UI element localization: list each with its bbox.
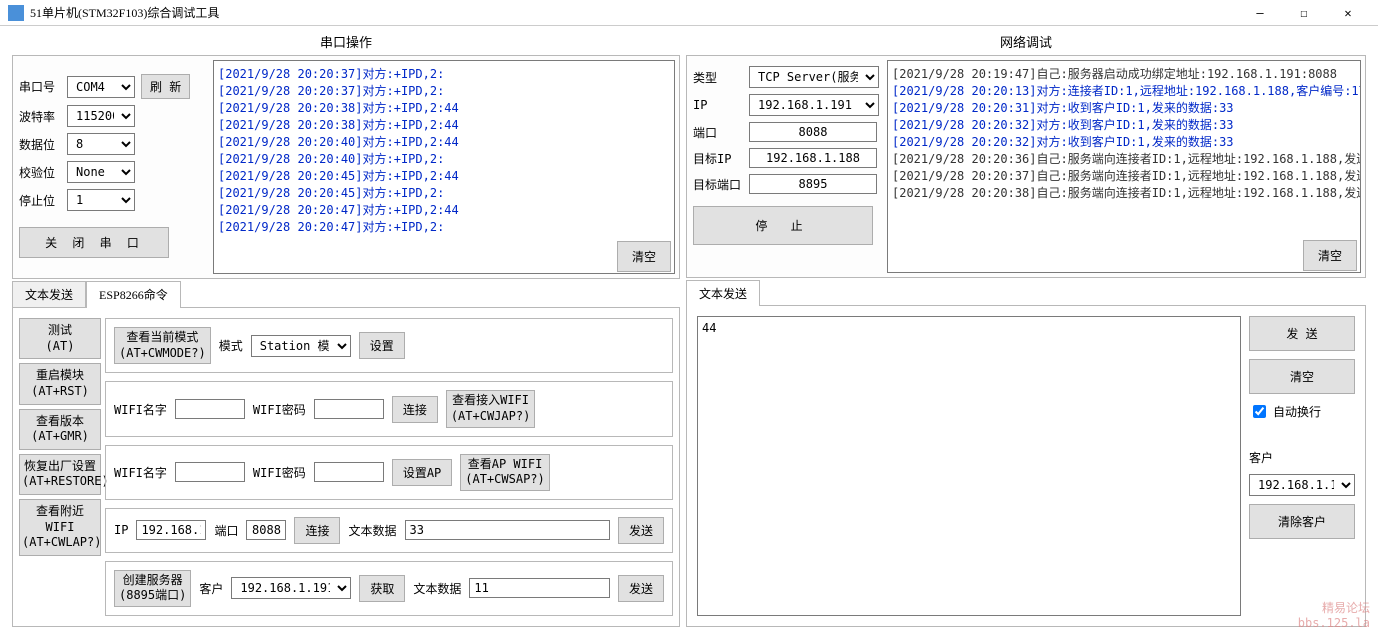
net-stop-button[interactable]: 停 止 <box>693 206 873 245</box>
clear-client-button[interactable]: 清除客户 <box>1249 504 1355 539</box>
at-scan-wifi-button[interactable]: 查看附近WIFI(AT+CWLAP?) <box>19 499 101 556</box>
send-textarea[interactable] <box>697 316 1241 616</box>
esp-ip-label: IP <box>114 523 128 537</box>
at-restart-button[interactable]: 重启模块(AT+RST) <box>19 363 101 404</box>
at-restore-button[interactable]: 恢复出厂设置(AT+RESTORE) <box>19 454 101 495</box>
port-label: 串口号 <box>19 78 67 95</box>
net-clear-button[interactable]: 清空 <box>1303 240 1357 271</box>
titlebar: 51单片机(STM32F103)综合调试工具 — ☐ ✕ <box>0 0 1378 26</box>
baud-label: 波特率 <box>19 108 67 125</box>
esp-connect-button[interactable]: 连接 <box>294 517 340 544</box>
net-ip-select[interactable]: 192.168.1.191 <box>749 94 879 116</box>
target-ip-label: 目标IP <box>693 150 749 167</box>
text-data-input-1[interactable] <box>405 520 610 540</box>
close-serial-button[interactable]: 关 闭 串 口 <box>19 227 169 258</box>
close-button[interactable]: ✕ <box>1326 1 1370 25</box>
net-ip-label: IP <box>693 98 749 112</box>
parity-label: 校验位 <box>19 164 67 181</box>
esp-tab-body: 测试(AT) 重启模块(AT+RST) 查看版本(AT+GMR) 恢复出厂设置(… <box>12 307 680 627</box>
client-select[interactable]: 192.168.1.191 <box>231 577 351 599</box>
send-button[interactable]: 发 送 <box>1249 316 1355 351</box>
databits-label: 数据位 <box>19 136 67 153</box>
client-label: 客户 <box>199 580 223 597</box>
wifi-pwd-label: WIFI密码 <box>253 401 306 418</box>
get-client-button[interactable]: 获取 <box>359 575 405 602</box>
wifi-name-input[interactable] <box>175 399 245 419</box>
databits-select[interactable]: 8 <box>67 133 135 155</box>
tab-right-text-send[interactable]: 文本发送 <box>686 280 760 306</box>
create-server-button[interactable]: 创建服务器(8895端口) <box>114 570 191 607</box>
send-client-select[interactable]: 192.168.1.188 <box>1249 474 1355 496</box>
client-section-label: 客户 <box>1249 449 1355 466</box>
net-type-label: 类型 <box>693 69 749 86</box>
serial-header: 串口操作 <box>12 30 680 55</box>
check-mode-button[interactable]: 查看当前模式(AT+CWMODE?) <box>114 327 211 364</box>
text-data-label: 文本数据 <box>348 522 396 539</box>
ap-name-input[interactable] <box>175 462 245 482</box>
text-data-input-2[interactable] <box>469 578 610 598</box>
tab-text-send[interactable]: 文本发送 <box>12 281 86 308</box>
ap-pwd-label: WIFI密码 <box>253 464 306 481</box>
esp-ip-input[interactable] <box>136 520 206 540</box>
send-clear-button[interactable]: 清空 <box>1249 359 1355 394</box>
send-text-2-button[interactable]: 发送 <box>618 575 664 602</box>
maximize-button[interactable]: ☐ <box>1282 1 1326 25</box>
net-port-label: 端口 <box>693 124 749 141</box>
serial-log[interactable]: [2021/9/28 20:20:37]对方:+IPD,2:[2021/9/28… <box>213 60 675 274</box>
baud-select[interactable]: 115200 <box>67 105 135 127</box>
target-port-label: 目标端口 <box>693 176 749 193</box>
text-data-label-2: 文本数据 <box>413 580 461 597</box>
ap-name-label: WIFI名字 <box>114 464 167 481</box>
net-port-input[interactable] <box>749 122 877 142</box>
check-conn-wifi-button[interactable]: 查看接入WIFI(AT+CWJAP?) <box>446 390 535 427</box>
at-test-button[interactable]: 测试(AT) <box>19 318 101 359</box>
esp-port-input[interactable] <box>246 520 286 540</box>
port-select[interactable]: COM4 <box>67 76 135 98</box>
set-mode-button[interactable]: 设置 <box>359 332 405 359</box>
window-title: 51单片机(STM32F103)综合调试工具 <box>30 4 1238 21</box>
esp-port-label: 端口 <box>214 522 238 539</box>
connect-wifi-button[interactable]: 连接 <box>392 396 438 423</box>
mode-select[interactable]: Station 模式 <box>251 335 351 357</box>
net-header: 网络调试 <box>686 30 1366 55</box>
serial-clear-button[interactable]: 清空 <box>617 241 671 272</box>
wifi-pwd-input[interactable] <box>314 399 384 419</box>
serial-panel: 串口号 COM4 刷 新 波特率 115200 数据位 8 校验位 None <box>12 55 680 279</box>
stopbits-label: 停止位 <box>19 192 67 209</box>
app-icon <box>8 5 24 21</box>
autowrap-label: 自动换行 <box>1273 403 1321 420</box>
at-version-button[interactable]: 查看版本(AT+GMR) <box>19 409 101 450</box>
net-type-select[interactable]: TCP Server(服务端) <box>749 66 879 88</box>
set-ap-button[interactable]: 设置AP <box>392 459 452 486</box>
tab-esp8266[interactable]: ESP8266命令 <box>86 281 181 308</box>
net-log[interactable]: [2021/9/28 20:19:47]自己:服务器启动成功绑定地址:192.1… <box>887 60 1361 273</box>
send-text-1-button[interactable]: 发送 <box>618 517 664 544</box>
minimize-button[interactable]: — <box>1238 1 1282 25</box>
parity-select[interactable]: None <box>67 161 135 183</box>
target-ip-input[interactable] <box>749 148 877 168</box>
send-tab-body: 发 送 清空 自动换行 客户 192.168.1.188 清除客户 <box>686 305 1366 627</box>
net-panel: 类型 TCP Server(服务端) IP 192.168.1.191 端口 目… <box>686 55 1366 278</box>
stopbits-select[interactable]: 1 <box>67 189 135 211</box>
refresh-button[interactable]: 刷 新 <box>141 74 190 99</box>
target-port-input[interactable] <box>749 174 877 194</box>
ap-pwd-input[interactable] <box>314 462 384 482</box>
check-ap-wifi-button[interactable]: 查看AP WIFI(AT+CWSAP?) <box>460 454 549 491</box>
wifi-name-label: WIFI名字 <box>114 401 167 418</box>
mode-label: 模式 <box>219 337 243 354</box>
autowrap-checkbox[interactable] <box>1253 405 1266 418</box>
